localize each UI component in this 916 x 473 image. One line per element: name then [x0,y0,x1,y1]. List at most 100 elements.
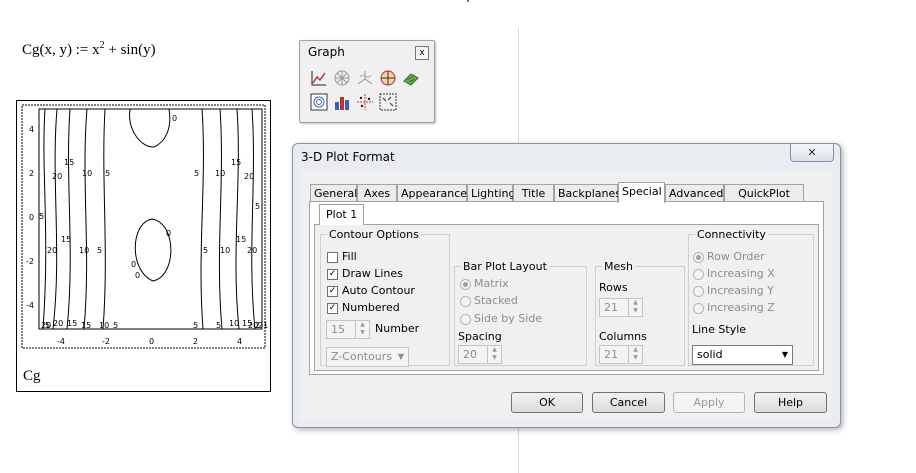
polar-plot-icon[interactable] [333,69,351,87]
increasing-x-label: Increasing X [707,267,775,280]
matrix-radio[interactable] [460,279,471,290]
help-button[interactable]: Help [754,392,827,413]
contour-number-stepper[interactable]: 15 ▲ ▼ [326,320,370,339]
contour-label: 20 [244,172,254,181]
tab-appearance[interactable]: Appearance [397,184,467,201]
mesh-legend: Mesh [602,260,635,273]
function-definition[interactable]: Cg(x, y) := x2 + sin(y) [22,40,156,59]
auto-contour-label: Auto Contour [342,284,415,297]
dialog-close-button[interactable]: ✕ [790,144,834,162]
increasing-z-label: Increasing Z [707,301,775,314]
plot-function-label[interactable]: Cg [23,368,41,385]
contour-label: 10 [99,321,109,330]
contour-line [200,108,204,330]
y-tick-label: -4 [26,301,34,310]
ok-button[interactable]: OK [511,392,583,413]
fill-checkbox[interactable] [327,252,338,263]
contour-plot: 4 2 0 -2 -4 -4 -2 0 2 4 20 15 10 5 0 5 1… [21,104,268,349]
contour-label: 5 [255,202,260,211]
plot-1-panel: Contour Options Fill ✓ Draw Lines ✓ Auto… [314,224,819,371]
special-tab-panel: Plot 1 Contour Options Fill ✓ Draw Lines… [309,201,824,375]
contour-label: 15 [67,319,77,328]
tab-special[interactable]: Special [618,182,665,203]
tab-axes[interactable]: Axes [357,184,397,201]
row-order-label: Row Order [707,250,765,263]
numbered-checkbox[interactable]: ✓ [327,303,338,314]
dialog-client-area: General Axes Appearance Lighting Title B… [300,170,831,420]
stepper-arrows-icon[interactable]: ▲ ▼ [487,346,501,363]
plot-wizard-icon[interactable] [379,93,397,111]
spacing-stepper[interactable]: 20 ▲ ▼ [458,345,502,364]
stepper-arrows-icon[interactable]: ▲ ▼ [355,321,369,338]
contour-label: 15 [64,158,74,167]
contour-label: 0 [166,229,171,238]
contour-label: 15 [61,235,71,244]
side-by-side-radio[interactable] [460,314,471,325]
contour-label: 5 [105,169,110,178]
contour-label: 5 [216,321,221,330]
contour-label: 21 [258,321,268,330]
contour-line [52,108,58,330]
bar-plot-icon[interactable] [333,93,351,111]
3d-scatter-icon[interactable] [402,69,420,87]
auto-contour-checkbox[interactable]: ✓ [327,286,338,297]
graph-toolbar-close-button[interactable]: x [415,46,429,60]
tab-title[interactable]: Title [513,184,554,201]
contour-line [102,108,106,330]
x-tick-label: 4 [237,337,242,346]
scatter-points-icon[interactable] [356,93,374,111]
x-tick-label: 0 [149,337,154,346]
contour-label: 0 [135,271,140,280]
tab-backplanes[interactable]: Backplanes [554,184,621,201]
bar-plot-layout-group: Bar Plot Layout Matrix Stacked Side by S… [454,260,587,366]
x-tick-label: -2 [102,337,110,346]
stepper-arrows-icon[interactable]: ▲ ▼ [628,299,642,316]
rows-label: Rows [599,281,628,294]
xy-plot-icon[interactable] [310,69,328,87]
y-tick-label: -2 [26,257,34,266]
contour-label: 5 [203,246,208,255]
contour-label: 20 [47,246,57,255]
apply-button[interactable]: Apply [673,392,745,413]
contour-label: 5 [39,212,44,221]
increasing-x-radio[interactable] [693,269,704,280]
fill-label: Fill [342,250,357,263]
columns-stepper[interactable]: 21 ▲ ▼ [599,345,643,364]
line-style-select[interactable]: solid ▼ [692,345,793,365]
stacked-radio[interactable] [460,296,471,307]
increasing-z-radio[interactable] [693,303,704,314]
contour-label: 10 [82,169,92,178]
row-order-radio[interactable] [693,252,704,263]
contour-plot-icon[interactable] [379,69,397,87]
stacked-label: Stacked [474,294,518,307]
increasing-y-radio[interactable] [693,286,704,297]
contour-plot-region[interactable]: 4 2 0 -2 -4 -4 -2 0 2 4 20 15 10 5 0 5 1… [16,100,271,392]
dialog-title: 3-D Plot Format [301,150,395,164]
line-style-value: solid [697,348,723,361]
tab-general[interactable]: General [310,184,357,201]
y-tick-label: 4 [29,125,34,134]
tab-advanced[interactable]: Advanced [665,184,724,201]
rows-stepper[interactable]: 21 ▲ ▼ [599,298,643,317]
tab-lighting[interactable]: Lighting [467,184,515,201]
contour-label: 10 [79,246,89,255]
cancel-button[interactable]: Cancel [592,392,665,413]
columns-label: Columns [599,330,647,343]
connectivity-group: Connectivity Row Order Increasing X Incr… [688,228,814,366]
side-by-side-label: Side by Side [474,312,543,325]
rows-value: 21 [604,301,618,314]
graph-toolbar: Graph x [299,40,435,123]
tab-plot-1[interactable]: Plot 1 [319,204,365,225]
contour-type-value: Z-Contours [331,350,392,363]
tab-quickplot-data[interactable]: QuickPlot Data [724,184,804,217]
numbered-label: Numbered [342,301,400,314]
contour-type-select[interactable]: Z-Contours ▼ [326,347,409,367]
draw-lines-checkbox[interactable]: ✓ [327,269,338,280]
stepper-arrows-icon[interactable]: ▲ ▼ [628,346,642,363]
vector-field-icon[interactable] [310,93,328,111]
surface-plot-icon[interactable] [356,69,374,87]
contour-label: 5 [97,246,102,255]
contour-label: 20 [248,321,258,330]
number-label: Number [375,322,420,335]
contour-label: 5 [194,169,199,178]
